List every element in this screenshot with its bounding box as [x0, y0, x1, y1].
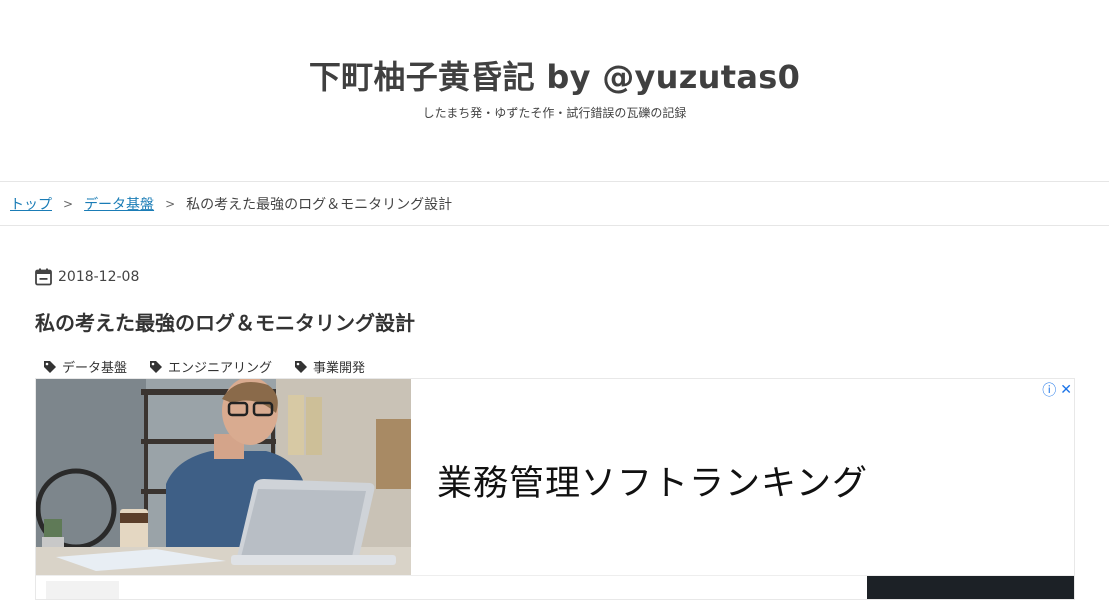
breadcrumb-current: 私の考えた最強のログ＆モニタリング設計 [186, 197, 453, 213]
tag-icon [44, 360, 56, 373]
site-description: したまち発・ゆずたそ作・試行錯誤の瓦礫の記録 [422, 106, 687, 120]
breadcrumb: トップ > データ基盤 > 私の考えた最強のログ＆モニタリング設計 [0, 183, 1109, 226]
ad-controls: ⓘ ✕ [1038, 380, 1072, 400]
tag-label: 事業開発 [313, 361, 366, 376]
tag-item[interactable]: データ基盤 [43, 357, 127, 376]
tag-icon [150, 360, 163, 373]
ad-thumbnail[interactable] [46, 581, 119, 599]
post-title[interactable]: 私の考えた最強のログ＆モニタリング設計 [35, 307, 415, 336]
breadcrumb-separator: > [165, 197, 176, 211]
tag-label: エンジニアリング [168, 361, 273, 376]
tag-list: データ基盤 エンジニアリング 事業開発 [43, 357, 387, 376]
calendar-icon [35, 268, 52, 286]
close-icon[interactable]: ✕ [1060, 382, 1072, 398]
post-date-text: 2018-12-08 [58, 269, 140, 285]
ad-photo-image [36, 379, 411, 575]
ad-cta-block[interactable] [867, 576, 1074, 599]
tag-item[interactable]: エンジニアリング [149, 357, 272, 376]
ad-photo[interactable] [36, 379, 411, 575]
tag-icon [295, 360, 308, 373]
site-header: 下町柚子黄昏記 by @yuzutas0 したまち発・ゆずたそ作・試行錯誤の瓦礫… [0, 0, 1109, 182]
breadcrumb-link-top[interactable]: トップ [10, 194, 52, 214]
breadcrumb-link-category[interactable]: データ基盤 [84, 194, 154, 214]
ad-banner[interactable]: 業務管理ソフトランキング ⓘ ✕ [35, 378, 1075, 600]
tag-label: データ基盤 [62, 361, 128, 376]
post-date: 2018-12-08 [35, 268, 139, 286]
tag-item[interactable]: 事業開発 [294, 357, 365, 376]
breadcrumb-separator: > [63, 197, 74, 211]
site-title[interactable]: 下町柚子黄昏記 by @yuzutas0 [0, 52, 1109, 98]
ad-headline[interactable]: 業務管理ソフトランキング [437, 455, 868, 506]
info-icon[interactable]: ⓘ [1042, 380, 1056, 400]
